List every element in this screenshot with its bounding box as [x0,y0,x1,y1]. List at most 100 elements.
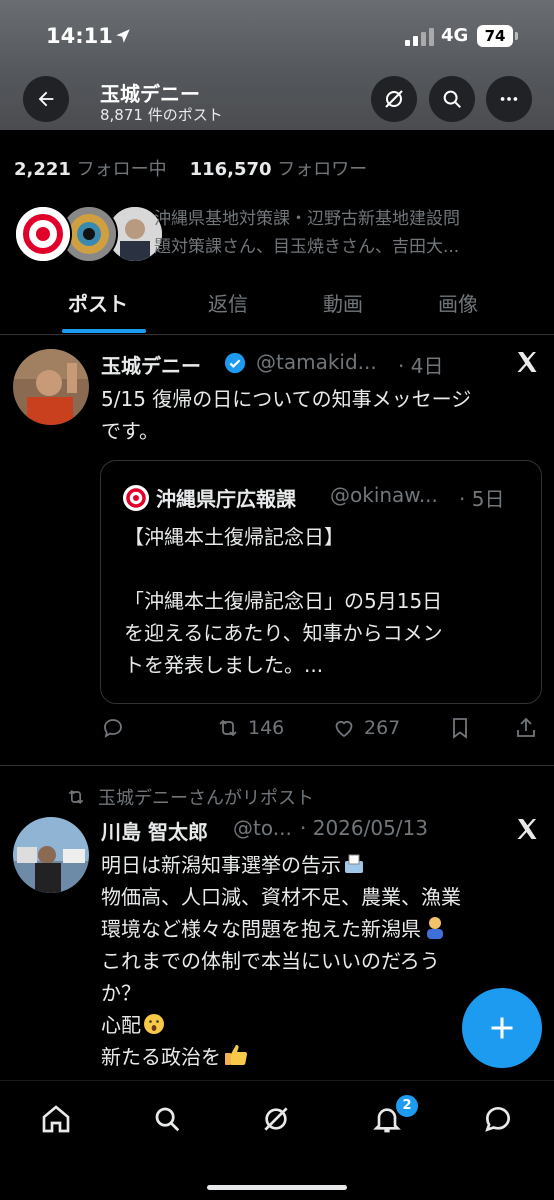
tab-posts[interactable]: ポスト [68,288,128,317]
tab-replies[interactable]: 返信 [208,288,248,317]
post-text-line: これまでの体制で本当にいいのだろう [101,949,440,973]
post-author-avatar[interactable] [13,817,89,893]
bookmark-button[interactable] [448,716,472,740]
quote-avatar [123,485,149,511]
post-author-name[interactable]: 玉城デニー [101,350,201,379]
post-actions: 146 267 [100,716,540,746]
person-emoji-icon [423,915,447,939]
nav-grok[interactable] [256,1099,296,1139]
retweet-button[interactable]: 146 [214,716,284,740]
post-text: 5/15 復帰の日についての知事メッセージ です。 [101,383,471,447]
reply-icon [100,716,126,740]
followed-by-text[interactable]: 沖縄県基地対策課・辺野古新基地建設問 題対策課さん、目玉焼きさん、吉田大... [154,205,544,261]
post-author-handle[interactable]: @to... [233,816,292,840]
repost-icon [64,787,88,807]
x-logo-icon [514,817,540,841]
quote-text-line: を迎えるにあたり、知事からコメン [124,621,443,645]
home-icon [40,1103,72,1135]
quote-text-line: 【沖縄本土復帰記念日】 [124,525,344,549]
profile-tabs: ポスト 返信 動画 画像 [0,272,554,335]
post-time[interactable]: · 4日 [398,350,443,379]
post-author-handle[interactable]: @tamakid... [256,350,377,374]
reply-button[interactable] [100,716,126,740]
share-icon [514,716,538,740]
search-icon [152,1104,182,1134]
nav-messages[interactable] [478,1099,518,1139]
battery-tip [515,32,518,40]
grok-icon [382,87,406,111]
signal-icon [405,28,435,46]
post-text-segment: 心配 [101,1013,141,1037]
back-button[interactable] [23,76,69,122]
post-text-line: 明日は新潟知事選挙の告示 [101,849,461,881]
post-count: 8,871 件のポスト [100,106,223,124]
page-title: 玉城デニー [100,82,200,106]
home-indicator [207,1185,347,1190]
followed-by-line: 沖縄県基地対策課・辺野古新基地建設問 [154,209,460,229]
retweet-icon [214,716,242,740]
status-bar: 14:11 4G 74 [0,22,554,52]
grok-icon [260,1103,292,1135]
post-text-line: か？ [101,981,141,1005]
active-tab-indicator [62,329,146,333]
repost-indicator[interactable]: 玉城デニーさんがリポスト [64,784,314,810]
nav-home[interactable] [36,1099,76,1139]
location-arrow-icon [114,27,132,45]
post-text-line: です。 [101,419,159,443]
share-button[interactable] [514,716,538,740]
followers-count: 116,570 [189,159,272,180]
surprised-face-emoji-icon [143,1013,165,1035]
back-arrow-icon [35,88,57,110]
avatar [14,205,72,263]
battery-level: 74 [477,25,513,47]
more-icon [498,88,520,110]
nav-search[interactable] [147,1099,187,1139]
bottom-nav: 2 [0,1080,554,1200]
tab-images[interactable]: 画像 [438,288,478,317]
quote-author-name: 沖縄県庁広報課 [156,487,296,511]
post-text-line: 新たる政治を [101,1041,461,1073]
verified-icon [224,352,246,374]
quote-text-line: 「沖縄本土復帰記念日」の5月15日 [124,589,443,613]
post-text: 明日は新潟知事選挙の告示 物価高、人口減、資材不足、農業、漁業 環境など様々な問… [101,849,461,1073]
like-button[interactable]: 267 [330,716,400,740]
following-link[interactable]: 2,221 フォロー中 [14,159,167,180]
more-button[interactable] [486,76,532,122]
post-text-line: 5/15 復帰の日についての知事メッセージ [101,387,472,411]
status-time: 14:11 [46,24,113,48]
followed-by-avatars[interactable] [14,205,164,263]
tab-videos[interactable]: 動画 [323,288,363,317]
post-text-line: 環境など様々な問題を抱えた新潟県 [101,913,461,945]
search-button[interactable] [429,76,475,122]
x-logo-icon [514,350,540,374]
compose-plus-icon [488,1014,516,1042]
quote-time: · 5日 [459,487,505,511]
post-text-line: 物価高、人口減、資材不足、農業、漁業 [101,885,461,909]
ballot-box-emoji-icon [343,853,365,875]
post-text-segment: 明日は新潟知事選挙の告示 [101,853,341,877]
retweet-count: 146 [248,717,285,739]
compose-button[interactable] [462,988,542,1068]
repost-label: 玉城デニーさんがリポスト [98,788,314,809]
notification-badge: 2 [394,1093,420,1119]
post-text-segment: 新たる政治を [101,1045,221,1069]
like-count: 267 [364,717,401,739]
quoted-post[interactable]: 沖縄県庁広報課 @okinaw... · 5日 【沖縄本土復帰記念日】 「沖縄本… [100,460,542,704]
post-author-name[interactable]: 川島 智太郎 [101,816,208,845]
network-type: 4G [441,25,469,46]
grok-button[interactable] [371,76,417,122]
top-bar: 14:11 4G 74 玉城デニー 8,871 件のポスト [0,0,554,130]
search-icon [441,88,463,110]
messages-icon [482,1103,514,1135]
followers-label: フォロワー [277,159,368,180]
followed-by-line: 題対策課さん、目玉焼きさん、吉田大... [154,237,460,257]
followers-link[interactable]: 116,570 フォロワー [190,159,368,180]
following-label: フォロー中 [76,159,167,180]
post-author-avatar[interactable] [13,349,89,425]
post-text-line: 心配 [101,1009,461,1041]
thumbs-up-emoji-icon [223,1043,249,1067]
post-time[interactable]: · 2026/05/13 [300,816,428,840]
following-count: 2,221 [14,159,71,180]
quote-text-line: トを発表しました。... [124,653,324,677]
